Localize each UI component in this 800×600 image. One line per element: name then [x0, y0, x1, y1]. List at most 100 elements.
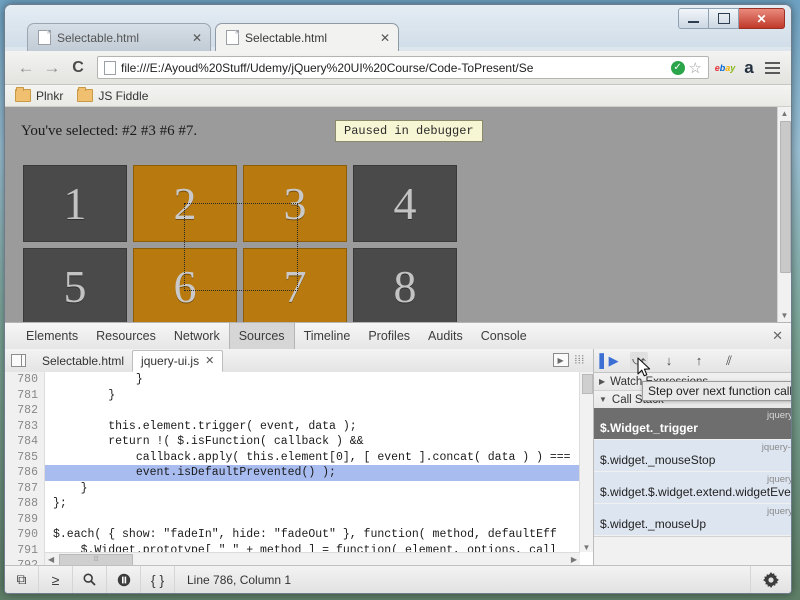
devtools-tab-sources[interactable]: Sources: [228, 323, 295, 349]
mouse-cursor: [637, 357, 651, 381]
resume-script-icon[interactable]: ▌▶: [599, 352, 618, 370]
chevron-right-icon[interactable]: ▶: [599, 377, 605, 386]
cursor-position-text: Line 786, Column 1: [187, 572, 292, 587]
scroll-left-icon[interactable]: ◀: [48, 555, 54, 564]
page-scrollbar[interactable]: ▲ ▼: [777, 107, 791, 322]
page-info-icon[interactable]: [104, 60, 116, 75]
line-number[interactable]: 780: [5, 372, 45, 388]
grid-tile-5[interactable]: 5: [23, 248, 127, 322]
selectable-grid[interactable]: 1 2 3 4 5 6 7 8: [23, 165, 463, 322]
call-stack-frame[interactable]: jquery-ui.js:3492 $.widget._mouseStop: [594, 440, 791, 472]
address-bar[interactable]: file:///E:/Ayoud%20Stuff/Udemy/jQuery%20…: [97, 56, 709, 79]
call-stack-frame[interactable]: jquery-ui.js:958 $.widget._mouseUp: [594, 504, 791, 536]
chrome-menu-icon[interactable]: [761, 56, 783, 80]
line-number[interactable]: 788: [5, 496, 45, 512]
amazon-extension-icon[interactable]: a: [737, 56, 761, 80]
devtools-tab-console[interactable]: Console: [472, 323, 536, 349]
source-tab-jquery-ui-js[interactable]: jquery-ui.js ✕: [132, 349, 224, 372]
code-line[interactable]: 783 this.element.trigger( event, data );: [5, 418, 593, 434]
code-line[interactable]: 784 return !( $.isFunction( callback ) &…: [5, 434, 593, 450]
line-number[interactable]: 782: [5, 403, 45, 419]
devtools-tab-elements[interactable]: Elements: [17, 323, 87, 349]
browser-tab-1[interactable]: Selectable.html ✕: [27, 23, 211, 51]
grid-tile-label: 7: [283, 261, 307, 312]
reload-icon[interactable]: C: [65, 55, 91, 81]
devtools-tab-network[interactable]: Network: [165, 323, 229, 349]
close-devtools-icon[interactable]: ✕: [772, 328, 783, 344]
line-number[interactable]: 786: [5, 465, 45, 481]
grid-tile-1[interactable]: 1: [23, 165, 127, 242]
code-line[interactable]: 788};: [5, 496, 593, 512]
editor-split-controls: ▶ ⦙⦙⦙: [552, 353, 585, 367]
forward-icon[interactable]: →: [39, 55, 65, 81]
line-number[interactable]: 790: [5, 527, 45, 543]
bookmark-jsfiddle[interactable]: JS Fiddle: [77, 87, 148, 103]
grid-tile-4[interactable]: 4: [353, 165, 457, 242]
source-code-editor[interactable]: 780 } 781 } 782 783 this.element.trigger( e…: [5, 372, 593, 566]
devtools-tab-resources[interactable]: Resources: [87, 323, 165, 349]
call-stack-list: jquery-ui.js:786$.Widget._triggerjquery-…: [594, 408, 791, 536]
code-line[interactable]: 781 }: [5, 387, 593, 403]
devtools-tab-timeline[interactable]: Timeline: [295, 323, 360, 349]
code-line[interactable]: 780 }: [5, 372, 593, 388]
line-number[interactable]: 783: [5, 418, 45, 434]
step-into-icon[interactable]: ↓: [660, 352, 678, 370]
code-line[interactable]: 786 event.isDefaultPrevented() );: [5, 465, 593, 481]
devtools-tab-profiles[interactable]: Profiles: [359, 323, 419, 349]
code-line[interactable]: 787 }: [5, 480, 593, 496]
line-number[interactable]: 784: [5, 434, 45, 450]
grid-tile-2[interactable]: 2: [133, 165, 237, 242]
bookmark-star-icon[interactable]: ☆: [689, 59, 702, 77]
pause-on-exceptions-icon[interactable]: [107, 566, 141, 593]
deactivate-breakpoints-icon[interactable]: ⫽: [720, 352, 738, 370]
settings-gear-icon[interactable]: [750, 566, 791, 593]
call-stack-frame[interactable]: jquery-ui.js:786 $.Widget._trigger: [594, 408, 791, 440]
devtools-status-bar: ⧉ ≥ { } Line 786, Column 1: [5, 565, 791, 593]
code-line[interactable]: 789: [5, 511, 593, 527]
line-number[interactable]: 787: [5, 480, 45, 496]
bookmark-plnkr[interactable]: Plnkr: [15, 87, 63, 103]
close-source-tab-icon[interactable]: ✕: [205, 354, 214, 367]
browser-tab-2[interactable]: Selectable.html ✕: [215, 23, 399, 51]
grid-tile-6[interactable]: 6: [133, 248, 237, 322]
line-number[interactable]: 785: [5, 449, 45, 465]
code-line[interactable]: 785 callback.apply( this.element[0], [ e…: [5, 449, 593, 465]
line-number[interactable]: 789: [5, 511, 45, 527]
code-text: }: [53, 481, 88, 495]
line-number[interactable]: 781: [5, 387, 45, 403]
scrollbar-thumb[interactable]: [582, 374, 593, 394]
show-navigator-icon[interactable]: [11, 354, 26, 367]
dock-side-icon[interactable]: ⧉: [5, 566, 39, 593]
code-line[interactable]: 782: [5, 403, 593, 419]
scroll-down-icon[interactable]: ▼: [778, 309, 791, 322]
scroll-right-icon[interactable]: ▶: [571, 555, 577, 564]
line-number[interactable]: 791: [5, 542, 45, 558]
close-tab-icon[interactable]: ✕: [378, 31, 392, 45]
pretty-print-icon[interactable]: { }: [141, 566, 175, 593]
grid-tile-3[interactable]: 3: [243, 165, 347, 242]
code-line[interactable]: 790 $.each( { show: "fadeIn", hide: "fade…: [5, 527, 593, 543]
editor-horizontal-scrollbar[interactable]: ◀ ⦙⦙⦙ ▶: [45, 552, 580, 566]
drag-grip-icon[interactable]: ⦙⦙⦙: [575, 354, 585, 367]
step-out-icon[interactable]: ↑: [690, 352, 708, 370]
extension-check-icon[interactable]: ✓: [670, 60, 685, 75]
source-tab-selectable-html[interactable]: Selectable.html: [34, 351, 132, 371]
call-stack-frame[interactable]: jquery-ui.js:401$.widget.$.widget.extend…: [594, 472, 791, 504]
editor-vertical-scrollbar[interactable]: ▼: [579, 372, 593, 552]
grid-tile-8[interactable]: 8: [353, 248, 457, 322]
grid-tile-7[interactable]: 7: [243, 248, 347, 322]
close-tab-icon[interactable]: ✕: [190, 31, 204, 45]
split-pane-icon[interactable]: ▶: [552, 353, 569, 367]
chevron-down-icon[interactable]: ▼: [599, 395, 607, 404]
ebay-extension-icon[interactable]: ebay: [713, 56, 737, 80]
grid-tile-label: 2: [173, 178, 197, 229]
scroll-up-icon[interactable]: ▲: [778, 107, 791, 120]
search-icon[interactable]: [73, 566, 107, 593]
console-drawer-icon[interactable]: ≥: [39, 566, 73, 593]
scroll-down-icon[interactable]: ▼: [580, 543, 593, 552]
devtools-tab-audits[interactable]: Audits: [419, 323, 472, 349]
devtools-panel: Elements Resources Network Sources Timeline P…: [5, 322, 791, 593]
back-icon[interactable]: ←: [13, 55, 39, 81]
scrollbar-thumb[interactable]: [780, 121, 791, 273]
scrollbar-thumb[interactable]: ⦙⦙⦙: [59, 553, 133, 566]
